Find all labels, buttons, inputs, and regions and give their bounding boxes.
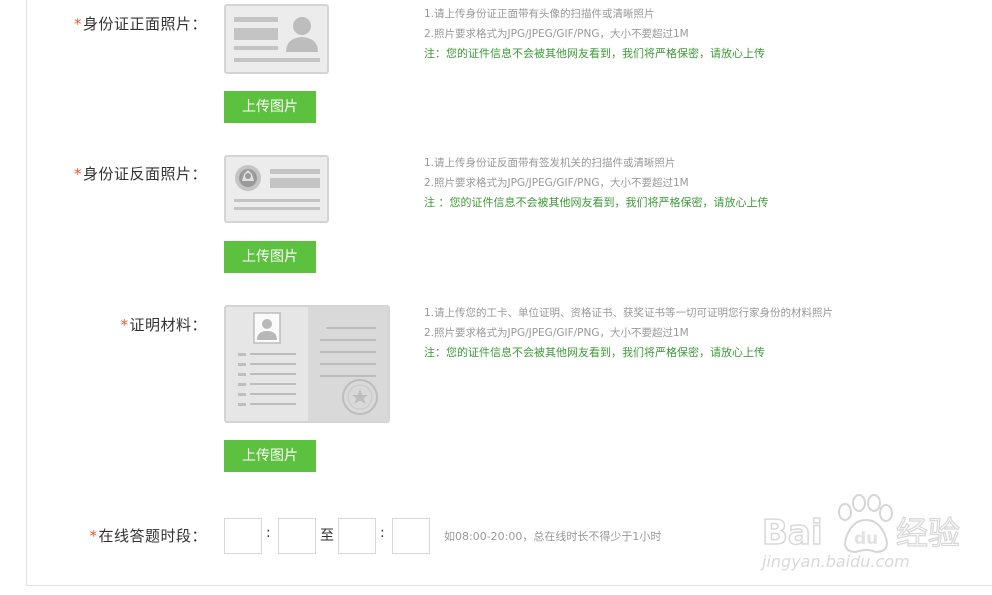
upload-id-front-button[interactable]: 上传图片 — [224, 91, 316, 123]
watermark-brand-text: Bai — [762, 513, 823, 553]
proof-material-hints: 1.请上传您的工卡、单位证明、资格证书、获奖证书等一切可证明您行家身份的材料照片… — [424, 303, 833, 363]
colon-separator: : — [266, 525, 271, 541]
id-card-front-icon — [234, 17, 320, 62]
id-front-hints: 1.请上传身份证正面带有头像的扫描件或清晰照片 2.照片要求格式为JPG/JPE… — [424, 4, 765, 64]
colon-separator: : — [380, 525, 385, 541]
to-label: 至 — [320, 528, 334, 544]
end-minute-input[interactable] — [392, 518, 430, 554]
id-back-hints: 1.请上传身份证反面带有签发机关的扫描件或清晰照片 2.照片要求格式为JPG/J… — [424, 153, 769, 213]
svg-text:du: du — [854, 529, 878, 549]
proof-material-placeholder-image[interactable] — [224, 305, 390, 423]
id-front-label: *身份证正面照片： — [73, 15, 207, 33]
online-time-hint: 如08:00-20:00，总在线时长不得少于1小时 — [444, 530, 662, 543]
required-mark: * — [120, 316, 129, 334]
privacy-note: 注 ：您的证件信息不会被其他网友看到，我们将严格保密，请放心上传 — [424, 196, 769, 209]
watermark-url: jingyan.baidu.com — [762, 552, 910, 571]
panel-left-border — [26, 0, 27, 586]
privacy-note: 注：您的证件信息不会被其他网友看到，我们将严格保密，请放心上传 — [424, 346, 765, 359]
panel-bottom-border — [26, 585, 992, 586]
required-mark: * — [73, 15, 82, 33]
required-mark: * — [73, 165, 82, 183]
start-minute-input[interactable] — [278, 518, 316, 554]
upload-proof-material-button[interactable]: 上传图片 — [224, 440, 316, 472]
required-mark: * — [89, 527, 98, 545]
privacy-note: 注：您的证件信息不会被其他网友看到，我们将严格保密，请放心上传 — [424, 47, 765, 60]
id-back-label: *身份证反面照片： — [73, 165, 207, 183]
end-hour-input[interactable] — [338, 518, 376, 554]
watermark-brand-tail: 经验 — [896, 514, 960, 552]
upload-id-back-button[interactable]: 上传图片 — [224, 241, 316, 273]
online-time-label: *在线答题时段： — [89, 527, 207, 545]
id-card-back-icon — [234, 165, 320, 210]
id-back-placeholder-image[interactable] — [224, 155, 329, 223]
start-hour-input[interactable] — [224, 518, 262, 554]
id-front-placeholder-image[interactable] — [224, 4, 329, 74]
proof-material-label: *证明材料： — [120, 316, 207, 334]
certificate-icon — [226, 307, 388, 421]
